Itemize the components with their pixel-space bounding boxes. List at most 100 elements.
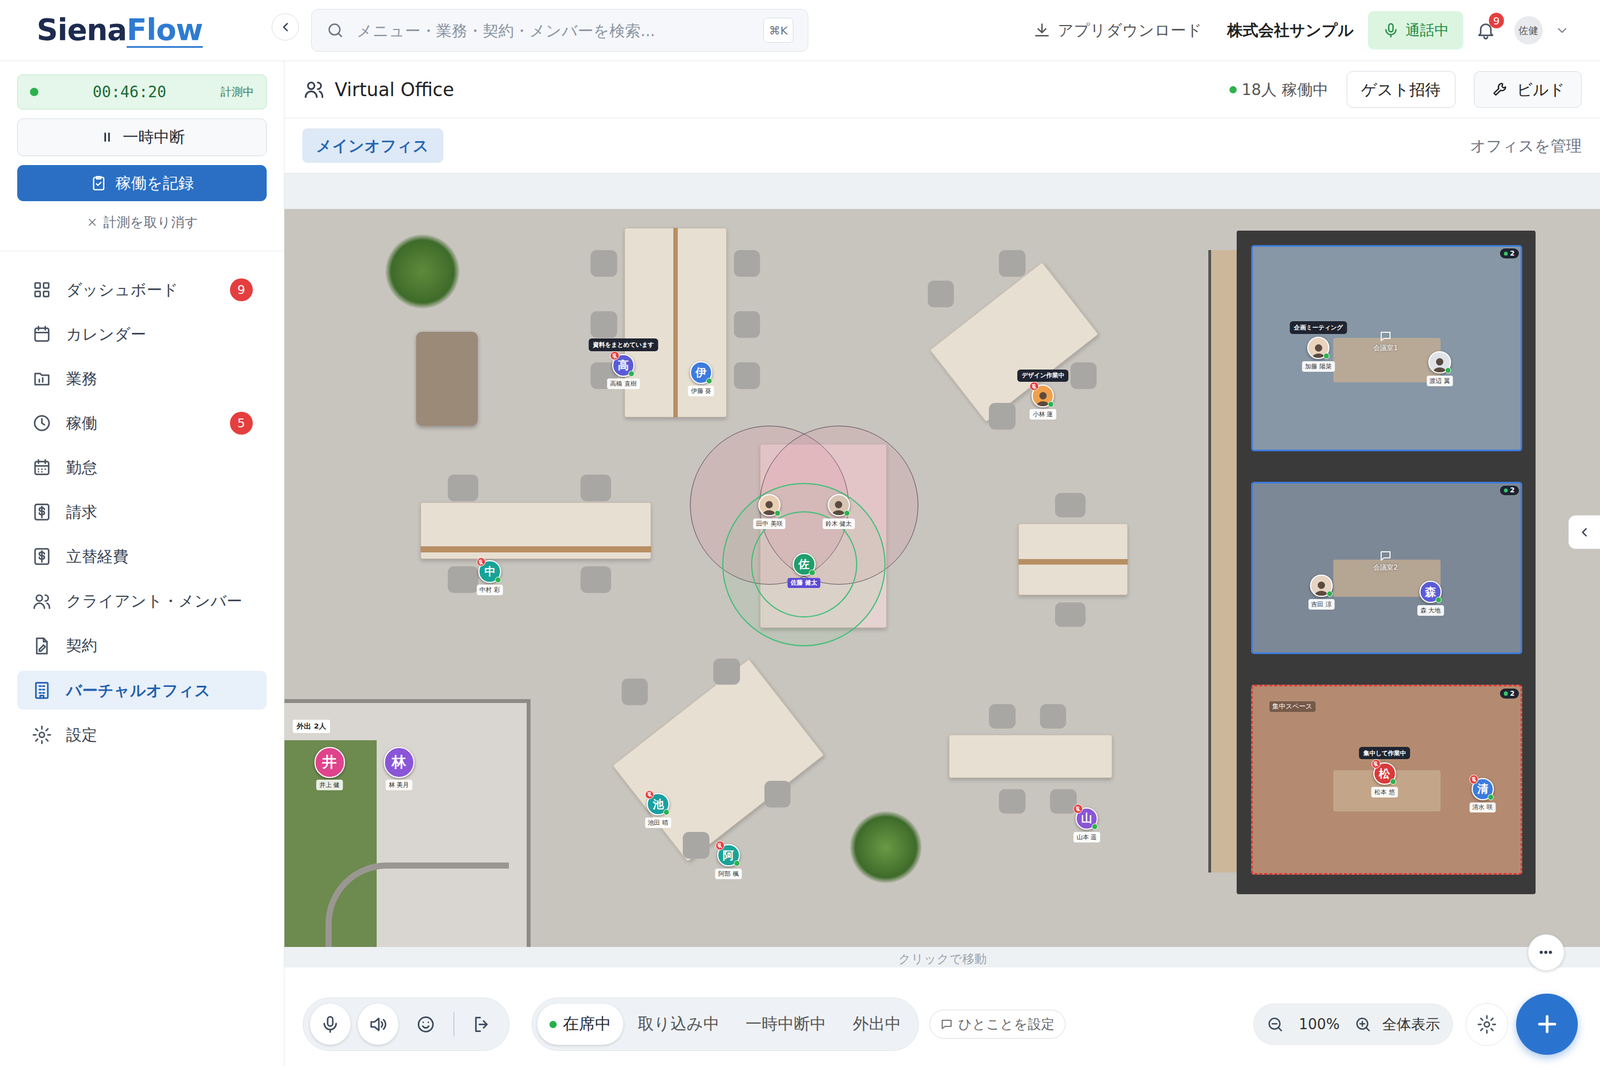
avatar-initial: 阿 — [722, 847, 734, 863]
sidebar-item-label: 業務 — [66, 368, 98, 389]
users-icon — [302, 78, 325, 101]
notifications-button[interactable]: 9 — [1475, 20, 1497, 41]
clock-icon — [31, 412, 53, 434]
emoji-button[interactable] — [405, 1003, 447, 1044]
member-name: 田中 美咲 — [753, 518, 787, 529]
office-tab-bar: メインオフィス オフィスを管理 — [284, 118, 1600, 174]
plus-icon — [1533, 1010, 1561, 1038]
member-name: 佐藤 健太 — [787, 577, 821, 589]
zoom-in-button[interactable] — [1353, 1015, 1373, 1034]
sidebar-item[interactable]: 勤怠 — [17, 448, 267, 488]
zoom-level: 100% — [1298, 1015, 1340, 1033]
room-count: 2 — [1510, 249, 1515, 258]
status-bubble: 企画ミーティング — [1290, 321, 1348, 334]
sidebar-item-label: 稼働 — [66, 412, 98, 434]
sidebar-item[interactable]: 契約 — [17, 626, 267, 665]
logo-part: Flow — [126, 15, 203, 48]
record-button[interactable]: 稼働を記録 — [17, 165, 267, 201]
room-count: 2 — [1510, 689, 1515, 698]
company-name[interactable]: 株式会社サンプル — [1227, 20, 1354, 41]
sidebar-item-label: バーチャルオフィス — [66, 680, 211, 701]
room-count-badge: 2 — [1500, 688, 1519, 699]
call-status[interactable]: 通話中 — [1367, 11, 1464, 50]
invite-button[interactable]: ゲスト招待 — [1346, 71, 1456, 108]
member-avatar[interactable]: 井 — [314, 746, 345, 778]
mic-button[interactable] — [310, 1003, 351, 1044]
avatar-initial: 山 — [1081, 810, 1093, 826]
count-badge: 5 — [230, 411, 253, 434]
desk — [948, 734, 1113, 778]
room-name: 会議室1 — [1373, 343, 1398, 353]
dashboard-icon — [31, 279, 53, 300]
settings-button[interactable] — [1465, 1002, 1509, 1046]
cancel-timer[interactable]: 計測を取り消す — [17, 213, 267, 232]
sidebar-item[interactable]: 稼働 5 — [17, 403, 267, 443]
download-link[interactable]: アプリダウンロード — [1032, 20, 1203, 41]
side-panel-toggle[interactable] — [1568, 515, 1600, 549]
sidebar-divider — [0, 250, 284, 252]
top-header: SienaFlow ⌘K アプリダウンロード 株式会社サンプル通話中 9 佐健 — [0, 0, 1600, 62]
invoice-icon — [31, 501, 53, 523]
manage-office-link[interactable]: オフィスを管理 — [1470, 135, 1582, 157]
status-option-label: 一時中断中 — [745, 1012, 827, 1035]
search-bar[interactable]: ⌘K — [311, 8, 808, 52]
room-count-badge: 2 — [1500, 248, 1519, 259]
count-badge: 9 — [230, 278, 253, 301]
avatar-initial: 森 — [1425, 584, 1437, 600]
sidebar-item-label: 契約 — [66, 635, 98, 656]
online-count: 18人 稼働中 — [1229, 79, 1329, 100]
logo[interactable]: SienaFlow — [36, 12, 203, 48]
collapse-sidebar-button[interactable] — [271, 13, 300, 42]
add-button[interactable] — [1516, 993, 1578, 1055]
mic-icon — [1382, 21, 1400, 39]
timer: 00:46:20計測中 — [17, 74, 267, 109]
muted-badge — [1469, 774, 1479, 784]
desk — [929, 261, 1099, 423]
status-option-label: 在席中 — [562, 1012, 612, 1035]
status-option[interactable]: 一時中断中 — [733, 1003, 839, 1044]
sidebar: 00:46:20計測中一時中断稼働を記録計測を取り消すダッシュボード9 カレンダー… — [0, 61, 285, 1067]
invite-label: ゲスト招待 — [1361, 79, 1441, 100]
pause-icon — [99, 129, 115, 145]
office-map[interactable]: 外出 2人2会議室12会議室22集中スペース高高橋 直樹資料をまとめています伊伊… — [284, 208, 1600, 947]
status-option[interactable]: 取り込み中 — [625, 1003, 732, 1044]
plant — [385, 234, 459, 308]
main-content: Virtual Office18人 稼働中ゲスト招待ビルドメインオフィスオフィス… — [284, 61, 1600, 1067]
pause-button[interactable]: 一時中断 — [17, 118, 267, 157]
leave-button[interactable] — [461, 1003, 503, 1044]
chair — [998, 788, 1026, 814]
member-avatar[interactable]: 林 — [383, 746, 415, 778]
timer-state: 計測中 — [220, 84, 254, 100]
user-menu[interactable] — [1555, 23, 1570, 38]
sidebar-item[interactable]: カレンダー — [17, 315, 267, 354]
map-hint: クリックで移動 — [898, 951, 987, 966]
user-avatar[interactable]: 佐健 — [1514, 16, 1543, 45]
sidebar-item[interactable]: 請求 — [17, 492, 267, 532]
fit-view-button[interactable]: 全体表示 — [1382, 1014, 1440, 1034]
avatar-initial: 伊 — [695, 365, 707, 380]
sidebar-item-label: 設定 — [66, 724, 98, 745]
office-tab[interactable]: メインオフィス — [302, 128, 444, 163]
speaker-button[interactable] — [357, 1003, 399, 1044]
sidebar-item[interactable]: 業務 — [17, 359, 267, 399]
sidebar-item[interactable]: バーチャルオフィス — [17, 670, 267, 710]
sidebar-item[interactable]: 設定 — [17, 715, 267, 754]
notification-badge: 9 — [1488, 12, 1505, 29]
sidebar-item[interactable]: クライアント・メンバー — [17, 581, 267, 621]
status-note-button[interactable]: ひとことを設定 — [929, 1009, 1066, 1038]
search-input[interactable] — [354, 20, 764, 41]
download-label[interactable]: アプリダウンロード — [1057, 20, 1203, 41]
build-button[interactable]: ビルド — [1473, 71, 1582, 108]
status-option[interactable]: 外出中 — [840, 1003, 914, 1044]
media-controls — [302, 997, 509, 1051]
presence-dot — [1390, 778, 1397, 785]
contract-icon — [31, 635, 53, 657]
muted-badge — [1073, 803, 1083, 814]
shortcut-key: ⌘K — [763, 17, 794, 43]
more-options-button[interactable] — [1527, 933, 1565, 971]
zoom-out-button[interactable] — [1266, 1015, 1285, 1034]
status-option[interactable]: 在席中 — [537, 1003, 624, 1044]
plant — [850, 811, 922, 883]
sidebar-item[interactable]: ダッシュボード9 — [17, 270, 267, 310]
sidebar-item[interactable]: 立替経費 — [17, 537, 267, 577]
